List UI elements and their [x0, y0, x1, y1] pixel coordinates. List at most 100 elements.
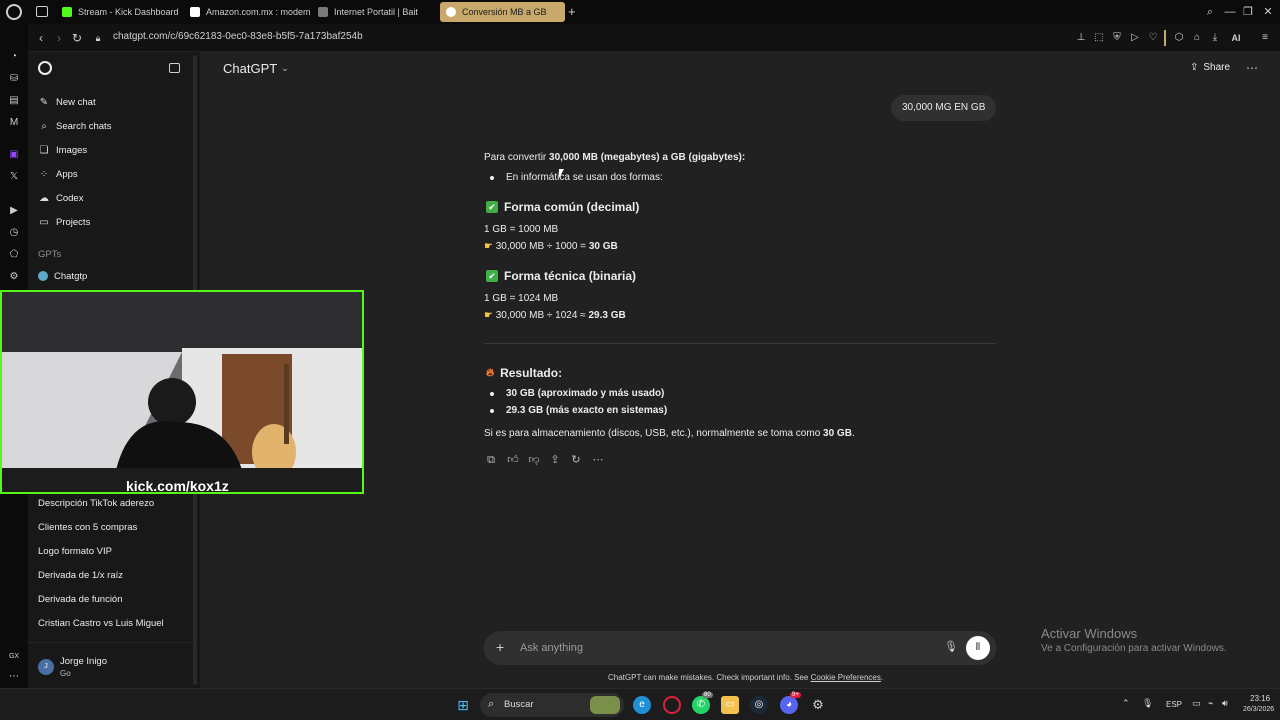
pin-icon[interactable]: ⊥: [1074, 31, 1088, 45]
new-tab-button[interactable]: +: [568, 4, 576, 19]
user-profile[interactable]: J Jorge Inigo Go: [28, 642, 196, 688]
tab-label: Conversión MB a GB: [462, 7, 547, 17]
download-icon[interactable]: ⤓: [1208, 31, 1222, 45]
amazon-icon: [190, 7, 200, 17]
snapshot-icon[interactable]: ⬚: [1092, 31, 1106, 45]
taskbar-search[interactable]: ⌕ Buscar: [480, 693, 624, 717]
close-icon[interactable]: ✕: [1260, 4, 1276, 20]
language-indicator[interactable]: ESP: [1166, 700, 1182, 709]
section-line: ☛ 30,000 MB ÷ 1000 = 30 GB: [484, 241, 618, 252]
menu-icon[interactable]: ≡: [1258, 31, 1272, 45]
url-field[interactable]: chatgpt.com/c/69c62183-0ec0-83e8-b5f5-7a…: [113, 31, 363, 42]
windows-activation-subtitle: Ve a Configuración para activar Windows.: [1041, 643, 1227, 654]
restore-icon[interactable]: ❐: [1240, 4, 1256, 20]
sidebar-item-images[interactable]: ❏ Images: [38, 140, 88, 160]
sidebar-item-label: Images: [56, 144, 88, 156]
regenerate-icon[interactable]: ↻: [569, 453, 583, 467]
tab-label: Amazon.com.mx : modem: [206, 7, 310, 17]
recent-chat[interactable]: Clientes con 5 compras: [38, 522, 137, 533]
twitch-icon[interactable]: ▣: [7, 148, 21, 162]
reload-icon[interactable]: ↻: [69, 30, 85, 46]
bullet: [490, 409, 494, 413]
recent-chat[interactable]: Descripción TikTok aderezo: [38, 498, 154, 509]
intro-bold: 30,000 MB (megabytes) a GB (gigabytes):: [549, 152, 746, 163]
line-bold: 30 GB: [588, 241, 618, 252]
gx-label: GX: [8, 653, 20, 660]
settings-icon[interactable]: ⚙: [7, 270, 21, 284]
recent-chat[interactable]: Cristian Castro vs Luis Miguel: [38, 618, 164, 629]
file-explorer-icon[interactable]: ▭: [721, 696, 739, 714]
taskbar-search-label: Buscar: [504, 699, 534, 710]
recent-chat[interactable]: Derivada de 1/x raíz: [38, 570, 123, 581]
copy-icon[interactable]: ⧉: [484, 453, 498, 467]
thumbs-up-icon[interactable]: 👍︎: [506, 453, 520, 467]
openai-logo-icon[interactable]: [38, 61, 52, 75]
wallet-icon[interactable]: ⌂: [1190, 31, 1204, 45]
x-icon[interactable]: 𝕏: [7, 170, 21, 184]
sidebar-item-codex[interactable]: ☁ Codex: [38, 188, 83, 208]
microphone-icon[interactable]: 🎙︎: [944, 640, 958, 653]
cookie-preferences-link[interactable]: Cookie Preferences: [811, 673, 881, 682]
microphone-icon[interactable]: 🎙︎: [1142, 698, 1153, 709]
clock-time[interactable]: 23:16: [1250, 694, 1270, 703]
steam-icon[interactable]: ◎: [750, 696, 768, 714]
minimize-icon[interactable]: —: [1222, 4, 1238, 20]
sidebar-item-new-chat[interactable]: ✎ New chat: [38, 92, 96, 112]
network-icon[interactable]: ⌁: [1208, 698, 1213, 709]
opera-gx-icon[interactable]: [663, 696, 681, 714]
more-options-icon[interactable]: ⋯: [1246, 61, 1258, 75]
volume-icon[interactable]: 🔊︎: [1222, 698, 1228, 709]
play-icon[interactable]: ▷: [1128, 31, 1142, 45]
close-sidebar-icon[interactable]: [169, 63, 180, 73]
extension-puzzle-icon[interactable]: ⬡: [1172, 31, 1186, 45]
thumbs-down-icon[interactable]: 👎︎: [527, 453, 541, 467]
share-button[interactable]: ⇪ Share: [1190, 62, 1230, 73]
more-options-icon[interactable]: ⋯: [7, 670, 21, 684]
tab-bait[interactable]: Internet Portatil | Bait: [312, 2, 438, 22]
recent-chat[interactable]: Derivada de función: [38, 594, 123, 605]
more-options-icon[interactable]: ⋯: [591, 453, 605, 467]
discord-icon[interactable]: ◕: [780, 696, 798, 714]
search-tabs-icon[interactable]: ⌕: [1202, 4, 1218, 20]
tab-label: Stream - Kick Dashboard: [78, 7, 179, 17]
pointing-hand-icon: ☛: [484, 310, 493, 321]
tab-kick-dashboard[interactable]: Stream - Kick Dashboard: [56, 2, 182, 22]
gx-control-icon[interactable]: ⛁: [7, 72, 21, 86]
tab-conversion-mb-gb[interactable]: Conversión MB a GB: [440, 2, 565, 22]
gmail-icon[interactable]: M: [7, 116, 21, 130]
whatsapp-icon[interactable]: ✆: [692, 696, 710, 714]
edge-icon[interactable]: e: [633, 696, 651, 714]
tab-amazon[interactable]: Amazon.com.mx : modem: [184, 2, 310, 22]
player-icon[interactable]: ▶: [7, 204, 21, 218]
add-attachment-icon[interactable]: +: [496, 639, 504, 655]
sidebar-gpt-chatgtp[interactable]: Chatgtp: [38, 266, 87, 286]
clock-date[interactable]: 26/3/2026: [1243, 706, 1274, 713]
prompt-input[interactable]: Ask anything: [520, 642, 583, 654]
windows-start-icon[interactable]: ⊞: [454, 696, 472, 714]
voice-mode-button[interactable]: ⦀: [966, 636, 990, 660]
speed-dial-icon[interactable]: ◔: [7, 50, 21, 64]
show-hidden-icons-icon[interactable]: ⌃: [1122, 698, 1130, 709]
back-icon[interactable]: ‹: [33, 30, 49, 46]
conclusion-end: .: [851, 428, 855, 439]
model-selector[interactable]: ChatGPT ⌄: [223, 61, 289, 76]
windows-activation-title: Activar Windows: [1041, 626, 1138, 641]
share-icon[interactable]: ⇪: [548, 453, 562, 467]
sidebar-item-search-chats[interactable]: ⌕ Search chats: [38, 116, 111, 136]
sidebar-item-projects[interactable]: ▭ Projects: [38, 212, 90, 232]
site-info-icon[interactable]: 🔒︎: [90, 30, 106, 46]
settings-icon[interactable]: ⚙: [809, 696, 827, 714]
history-icon[interactable]: ◷: [7, 226, 21, 240]
shield-icon[interactable]: ⛨: [1110, 31, 1124, 45]
opera-logo-icon[interactable]: [6, 4, 22, 20]
gx-corner-icon[interactable]: ▤: [7, 94, 21, 108]
forward-icon[interactable]: ›: [51, 30, 67, 46]
workspaces-icon[interactable]: [36, 6, 48, 17]
display-icon[interactable]: ▭: [1192, 698, 1201, 709]
aria-ai-button[interactable]: AI: [1228, 31, 1244, 45]
sidebar-item-apps[interactable]: ⁘ Apps: [38, 164, 78, 184]
section-title: Forma técnica (binaria): [504, 269, 637, 283]
extensions-icon[interactable]: ⬠: [7, 248, 21, 262]
bookmark-heart-icon[interactable]: ♡: [1146, 31, 1160, 45]
recent-chat[interactable]: Logo formato VIP: [38, 546, 112, 557]
